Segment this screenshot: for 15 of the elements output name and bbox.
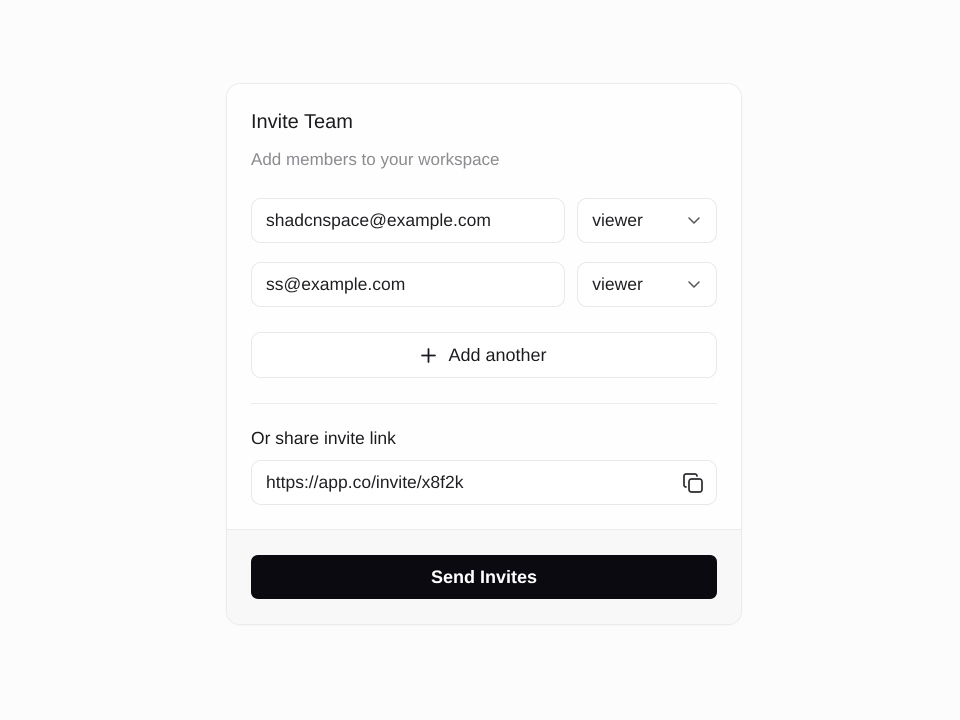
add-another-button[interactable]: Add another: [251, 332, 717, 378]
invite-link-field[interactable]: https://app.co/invite/x8f2k: [251, 460, 717, 505]
share-link-label: Or share invite link: [251, 428, 397, 448]
plus-icon: [421, 348, 436, 362]
chevron-down-icon: [688, 217, 700, 224]
send-invites-button[interactable]: Send Invites: [251, 555, 717, 599]
card-subtitle: Add members to your workspace: [251, 150, 500, 170]
role-select[interactable]: viewer: [577, 198, 717, 243]
chevron-down-icon: [688, 281, 700, 288]
copy-icon: [682, 472, 704, 494]
email-input[interactable]: shadcnspace@example.com: [251, 198, 566, 243]
copy-button[interactable]: [681, 471, 705, 495]
card-title: Invite Team: [251, 110, 354, 134]
email-input[interactable]: ss@example.com: [251, 262, 566, 307]
role-select[interactable]: viewer: [577, 262, 717, 307]
